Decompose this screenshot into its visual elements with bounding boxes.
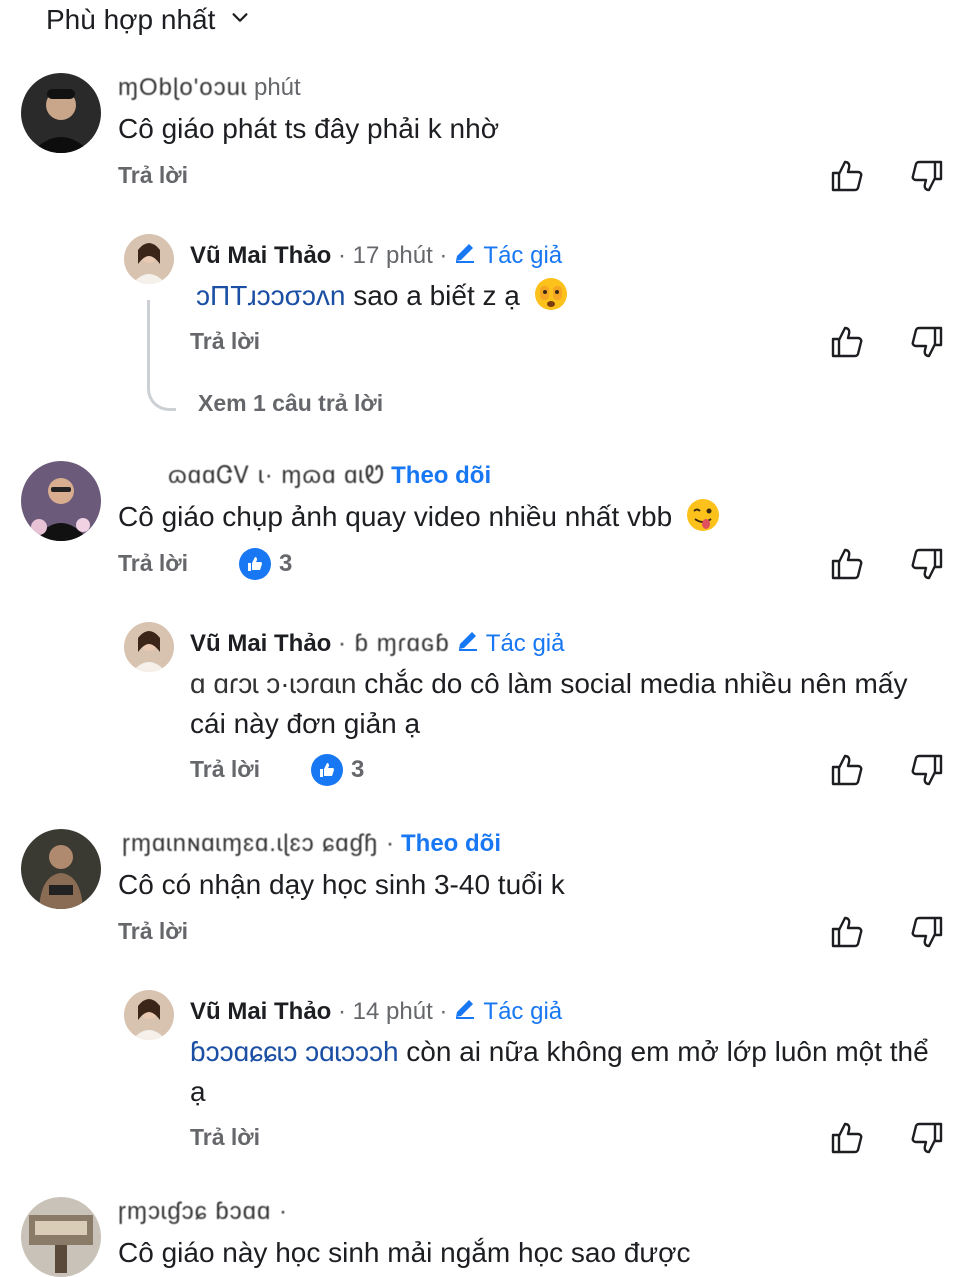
mention-link[interactable]: ɑ ɑɾɔɩ ɔ·ɩɔɾɑɩn bbox=[190, 668, 356, 699]
avatar[interactable] bbox=[124, 622, 174, 672]
dislike-icon[interactable] bbox=[909, 1120, 945, 1156]
comment-text: Cô giáo này học sinh mải ngắm học sao đư… bbox=[118, 1237, 691, 1268]
like-count: 3 bbox=[311, 754, 364, 786]
like-reaction-icon bbox=[311, 754, 343, 786]
reply-button[interactable]: Trả lời bbox=[118, 918, 188, 945]
avatar[interactable] bbox=[21, 73, 101, 153]
reply-time: · 17 phút · bbox=[338, 241, 448, 269]
comment-meta: ɱObɭo'oɔuɩ phút bbox=[118, 74, 301, 102]
mention-link[interactable]: ɓɔɔɑɕɕɩɔ ɔɑɩɔɔɔh bbox=[190, 1036, 399, 1067]
winking-face-with-tongue-icon bbox=[686, 498, 720, 532]
like-count: 3 bbox=[239, 548, 292, 580]
comment-meta: ɷɑɑᏣᏙ ɩ· ɱɷɑ ɑɩᏬ Theo dõi bbox=[168, 462, 491, 490]
comment-text: Cô giáo phát ts đây phải k nhờ bbox=[118, 113, 500, 144]
author-badge: Tác giả bbox=[453, 240, 562, 271]
reply-time: · ɓ ɱɾɑɢɓ bbox=[338, 629, 450, 657]
comment-time: phút bbox=[253, 74, 301, 101]
like-reaction-icon bbox=[239, 548, 271, 580]
pencil-icon bbox=[453, 240, 477, 271]
chevron-down-icon bbox=[229, 4, 251, 36]
reply-button[interactable]: Trả lời bbox=[118, 162, 188, 189]
reply-author-name[interactable]: Vũ Mai Thảo bbox=[190, 998, 331, 1026]
dislike-icon[interactable] bbox=[909, 546, 945, 582]
dislike-icon[interactable] bbox=[909, 752, 945, 788]
comment-meta: ɼɱɑɩnɴɑɩɱɛɑ.ɩɭɛɔ ɕɑɠɧ · Theo dõi bbox=[122, 830, 501, 858]
reply-meta: Vũ Mai Thảo · 14 phút · Tác giả bbox=[190, 996, 562, 1027]
obscured-username[interactable]: ɷɑɑᏣᏙ ɩ· ɱɷɑ ɑɩᏬ bbox=[168, 462, 385, 490]
reply-author-name[interactable]: Vũ Mai Thảo bbox=[190, 242, 331, 270]
reply-meta: Vũ Mai Thảo · ɓ ɱɾɑɢɓ Tác giả bbox=[190, 628, 564, 659]
reply-text: ɓɔɔɑɕɕɩɔ ɔɑɩɔɔɔh còn ai nữa không em mở … bbox=[190, 1036, 929, 1107]
author-badge: Tác giả bbox=[453, 996, 562, 1027]
thread-connector bbox=[147, 300, 176, 411]
author-badge: Tác giả bbox=[456, 628, 564, 659]
obscured-username[interactable]: ɼɱɔɩɠɔɕ ɓɔɑɑ · bbox=[118, 1198, 288, 1226]
like-icon[interactable] bbox=[829, 914, 865, 950]
reply-time: · 14 phút · bbox=[338, 997, 448, 1025]
like-icon[interactable] bbox=[829, 158, 865, 194]
reply-button[interactable]: Trả lời bbox=[190, 756, 260, 783]
face-with-peeking-eye-icon bbox=[534, 277, 568, 311]
reply-author-name[interactable]: Vũ Mai Thảo bbox=[190, 630, 331, 658]
comment-text: Cô có nhận dạy học sinh 3-40 tuổi k bbox=[118, 869, 565, 900]
avatar[interactable] bbox=[21, 829, 101, 909]
follow-button[interactable]: Theo dõi bbox=[401, 830, 501, 858]
like-icon[interactable] bbox=[829, 546, 865, 582]
reply-meta: Vũ Mai Thảo · 17 phút · Tác giả bbox=[190, 240, 562, 271]
view-more-replies[interactable]: Xem 1 câu trả lời bbox=[198, 390, 383, 417]
follow-button[interactable]: Theo dõi bbox=[391, 462, 491, 490]
like-icon[interactable] bbox=[829, 324, 865, 360]
avatar[interactable] bbox=[21, 1197, 101, 1277]
reply-text: ɑ ɑɾɔɩ ɔ·ɩɔɾɑɩn chắc do cô làm social me… bbox=[190, 668, 908, 739]
reply-button[interactable]: Trả lời bbox=[190, 1124, 260, 1151]
obscured-username[interactable]: ɼɱɑɩnɴɑɩɱɛɑ.ɩɭɛɔ ɕɑɠɧ · bbox=[122, 830, 395, 858]
dislike-icon[interactable] bbox=[909, 914, 945, 950]
reply-text: ɔΠΤɹɔɔσɔʌn sao a biết z ạ bbox=[196, 276, 568, 316]
like-icon[interactable] bbox=[829, 1120, 865, 1156]
avatar[interactable] bbox=[124, 234, 174, 284]
reply-button[interactable]: Trả lời bbox=[118, 550, 188, 577]
sort-label: Phù hợp nhất bbox=[46, 4, 216, 35]
pencil-icon bbox=[456, 628, 480, 659]
comment-text: Cô giáo chụp ảnh quay video nhiều nhất v… bbox=[118, 497, 720, 537]
avatar[interactable] bbox=[124, 990, 174, 1040]
sort-dropdown[interactable]: Phù hợp nhất bbox=[46, 4, 251, 36]
obscured-username[interactable]: ɱObɭo'oɔuɩ bbox=[118, 74, 247, 102]
comment-meta: ɼɱɔɩɠɔɕ ɓɔɑɑ · bbox=[118, 1198, 288, 1226]
pencil-icon bbox=[453, 996, 477, 1027]
like-icon[interactable] bbox=[829, 752, 865, 788]
mention-link[interactable]: ɔΠΤɹɔɔσɔʌn bbox=[196, 280, 346, 311]
avatar[interactable] bbox=[21, 461, 101, 541]
reply-button[interactable]: Trả lời bbox=[190, 328, 260, 355]
dislike-icon[interactable] bbox=[909, 324, 945, 360]
dislike-icon[interactable] bbox=[909, 158, 945, 194]
